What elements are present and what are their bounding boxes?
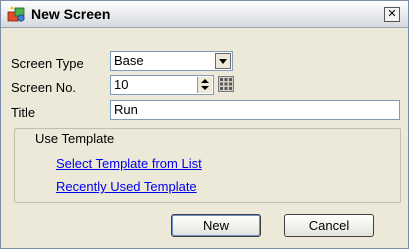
new-screen-dialog: New Screen ✕ Screen Type Base Screen No.… bbox=[0, 0, 409, 249]
spin-down-icon[interactable] bbox=[201, 86, 209, 90]
dialog-title: New Screen bbox=[31, 6, 111, 22]
use-template-label: Use Template bbox=[35, 131, 115, 146]
select-template-link[interactable]: Select Template from List bbox=[56, 156, 202, 171]
screen-type-value: Base bbox=[114, 53, 144, 68]
app-icon bbox=[7, 6, 25, 22]
close-icon: ✕ bbox=[387, 8, 397, 20]
cancel-button[interactable]: Cancel bbox=[284, 214, 374, 237]
screen-no-value: 10 bbox=[114, 77, 129, 92]
title-bar[interactable]: New Screen ✕ bbox=[1, 1, 408, 28]
screen-type-select[interactable]: Base bbox=[110, 51, 233, 71]
title-input[interactable]: Run bbox=[110, 100, 400, 120]
title-label: Title bbox=[11, 105, 36, 120]
close-button[interactable]: ✕ bbox=[384, 7, 400, 22]
chevron-down-icon[interactable] bbox=[215, 53, 231, 69]
keypad-icon[interactable] bbox=[218, 76, 234, 92]
recent-template-link[interactable]: Recently Used Template bbox=[56, 179, 197, 194]
new-button[interactable]: New bbox=[171, 214, 261, 237]
spin-up-icon[interactable] bbox=[201, 79, 209, 83]
screen-no-label: Screen No. bbox=[11, 80, 77, 95]
screen-type-label: Screen Type bbox=[11, 56, 84, 71]
screen-no-stepper[interactable]: 10 bbox=[110, 75, 214, 95]
title-input-value: Run bbox=[114, 102, 138, 117]
spin-buttons[interactable] bbox=[197, 77, 212, 93]
